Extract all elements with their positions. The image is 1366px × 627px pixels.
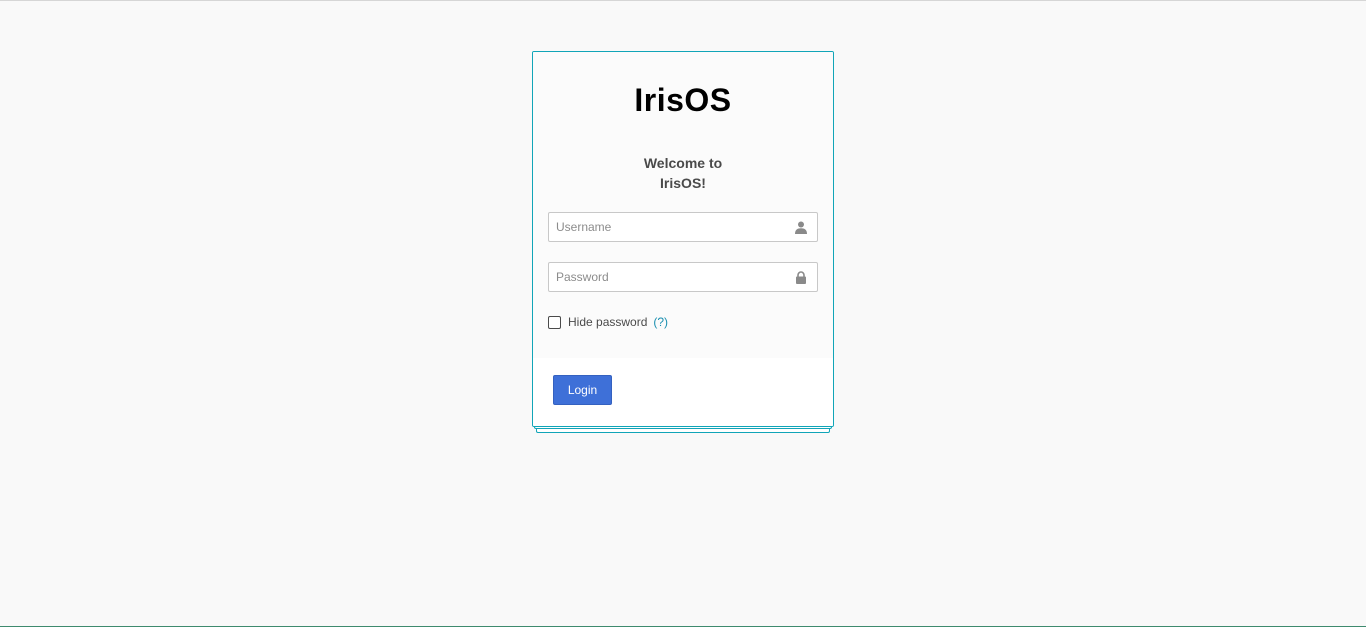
- welcome-message: Welcome to IrisOS!: [533, 153, 833, 193]
- lock-icon: [796, 271, 806, 284]
- hide-password-row: Hide password (?): [548, 315, 668, 329]
- username-input[interactable]: [549, 213, 785, 241]
- user-icon: [795, 221, 807, 234]
- welcome-line-2: IrisOS!: [660, 175, 706, 191]
- hide-password-label[interactable]: Hide password: [568, 315, 647, 329]
- hide-password-checkbox[interactable]: [548, 315, 561, 329]
- login-button[interactable]: Login: [553, 375, 612, 405]
- hide-password-help-link[interactable]: (?): [653, 315, 668, 329]
- app-logo: IrisOS: [634, 82, 732, 118]
- login-card: IrisOS Welcome to IrisOS! Username Hide …: [532, 51, 834, 427]
- password-field[interactable]: [548, 262, 818, 292]
- welcome-line-1: Welcome to: [643, 155, 723, 171]
- login-card-stack: IrisOS Welcome to IrisOS! Username Hide …: [532, 51, 834, 433]
- login-card-footer: Login: [533, 358, 833, 426]
- username-field[interactable]: [548, 212, 818, 242]
- password-input[interactable]: [549, 263, 785, 291]
- login-card-body: IrisOS Welcome to IrisOS! Username Hide …: [533, 52, 833, 358]
